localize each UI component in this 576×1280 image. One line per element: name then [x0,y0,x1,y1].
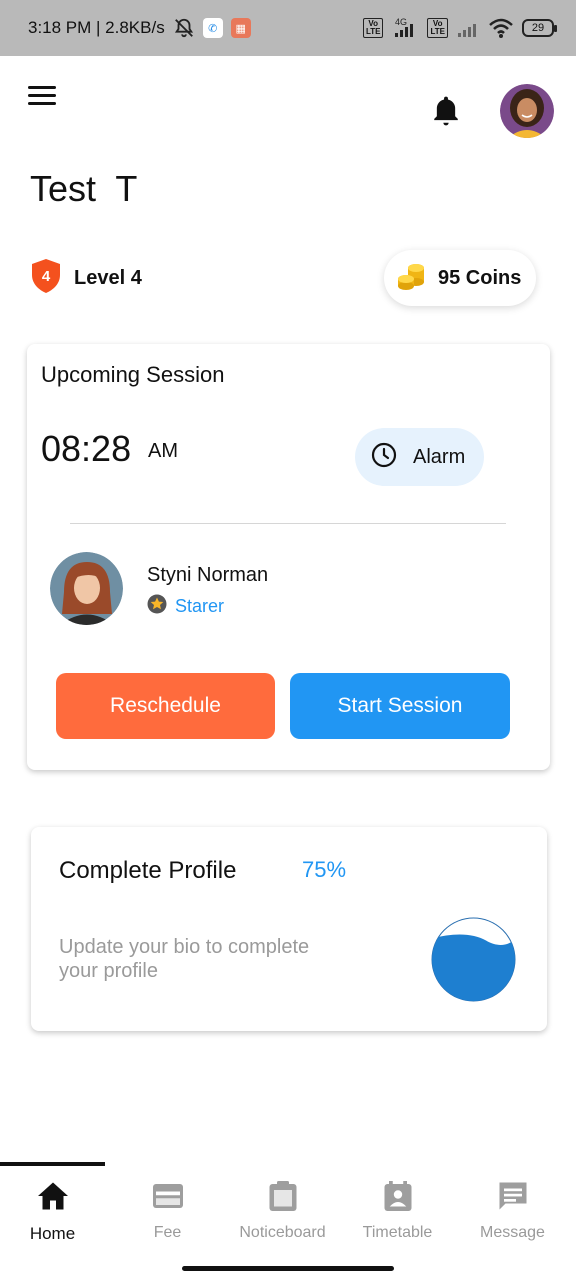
user-avatar[interactable] [500,84,554,138]
session-time: 08:28 [41,428,132,469]
nav-label-fee: Fee [153,1224,182,1241]
notifications-off-icon [173,17,195,39]
profile-title: Complete Profile [59,857,237,884]
signal-4g-icon: 4G [391,17,419,39]
upcoming-session-card: Upcoming Session 08:28 AM Alarm Styni No… [27,344,550,770]
bell-icon[interactable] [430,94,462,128]
nav-active-indicator [0,1162,105,1166]
status-left: 3:18 PM | 2.8KB/s ✆ ▦ [28,17,251,39]
nav-item-timetable[interactable]: Timetable [340,1178,455,1258]
bottom-navigation: Home Fee Noticeboard Timetable Message [0,1162,576,1280]
calendar-person-icon [384,1181,411,1211]
battery-icon: 29 [522,19,557,37]
star-badge-icon [147,594,167,619]
tutor-avatar [50,552,123,625]
level-indicator: 4 Level 4 [30,258,142,299]
volte-icon-2: Vo LTE [427,18,448,38]
profile-percent: 75% [302,857,347,882]
hamburger-menu-icon[interactable] [28,86,56,108]
wifi-icon [488,17,514,39]
clock-icon [371,442,397,473]
alarm-label: Alarm [413,445,466,468]
profile-progress-wave [431,917,516,1002]
session-title: Upcoming Session [41,362,225,387]
tutor-rank: Starer [147,594,224,619]
profile-description: Update your bio to complete your profile [59,936,310,982]
system-home-indicator [182,1266,394,1271]
reschedule-button[interactable]: Reschedule [56,673,275,739]
message-icon [499,1182,526,1210]
tutor-rank-label: Starer [175,596,225,616]
nav-label-noticeboard: Noticeboard [239,1224,326,1241]
coin-stack-icon [396,261,426,296]
app-notification-icon: ▦ [230,18,251,38]
user-name: Test T [30,168,138,209]
nav-label-home: Home [29,1224,76,1243]
complete-profile-card[interactable]: Complete Profile 75% Update your bio to … [31,827,547,1031]
coins-label: 95 Coins [438,266,522,289]
nav-item-fee[interactable]: Fee [110,1178,225,1258]
nav-item-home[interactable]: Home [0,1178,110,1258]
home-icon [37,1182,68,1210]
shield-badge-icon: 4 [30,258,62,299]
credit-card-icon [152,1184,183,1208]
level-label: Level 4 [74,267,142,289]
start-session-button[interactable]: Start Session [290,673,510,739]
svg-text:4G: 4G [395,17,407,27]
svg-text:4: 4 [42,268,51,285]
status-bar: 3:18 PM | 2.8KB/s ✆ ▦ Vo LTE 4G Vo LTE 29 [0,0,576,56]
coins-chip[interactable]: 95 Coins [384,250,536,306]
status-right: Vo LTE 4G Vo LTE 29 [362,17,557,39]
volte-icon: Vo LTE [362,18,384,38]
session-ampm: AM [148,440,178,462]
nav-item-message[interactable]: Message [455,1178,570,1258]
divider [70,523,506,524]
signal-icon [456,17,480,39]
alarm-button[interactable]: Alarm [355,428,484,486]
call-app-icon: ✆ [202,18,223,38]
clipboard-icon [269,1181,296,1211]
nav-label-timetable: Timetable [362,1224,433,1241]
tutor-name: Styni Norman [147,564,269,586]
nav-item-noticeboard[interactable]: Noticeboard [225,1178,340,1258]
status-time-speed: 3:18 PM | 2.8KB/s [28,18,165,37]
nav-label-message: Message [480,1224,545,1241]
